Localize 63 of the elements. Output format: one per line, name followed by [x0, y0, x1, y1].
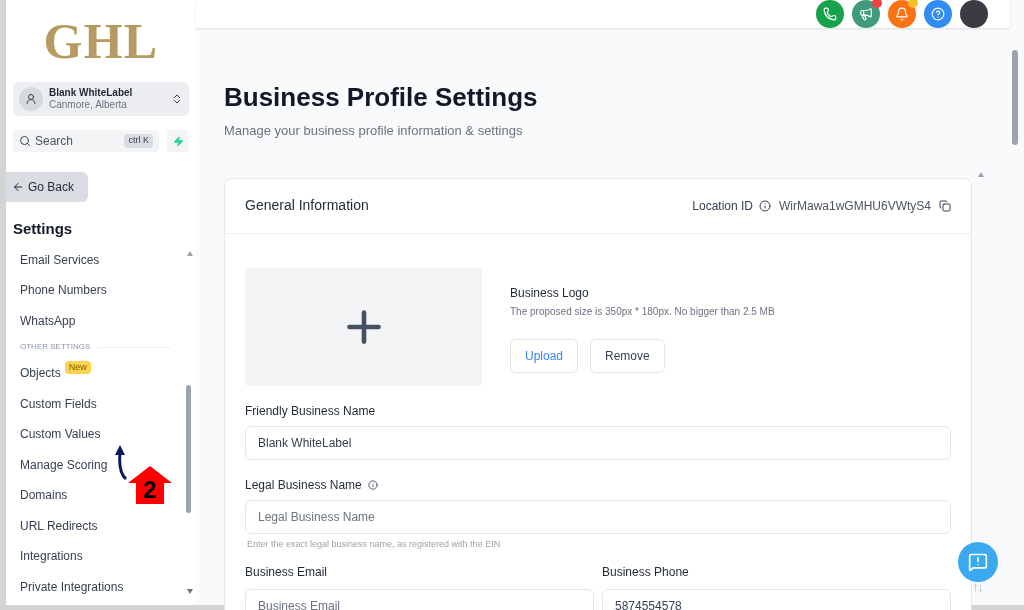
arrow-left-icon — [12, 181, 24, 193]
card-title: General Information — [245, 196, 370, 215]
megaphone-button[interactable] — [852, 0, 880, 28]
account-location: Canmore, Alberta — [49, 99, 128, 112]
bell-button[interactable] — [888, 0, 916, 28]
sidebar-link[interactable]: Custom Fields — [20, 394, 97, 413]
chevrons-icon — [171, 93, 183, 105]
logo: GHL — [42, 12, 160, 71]
location-id-value: WirMawa1wGMHU6VWtyS4 — [779, 197, 931, 215]
megaphone-icon — [859, 7, 873, 21]
feedback-button[interactable] — [958, 542, 998, 582]
upload-button[interactable]: Upload — [510, 338, 579, 373]
step-marker: 2 — [128, 466, 172, 504]
message-alert-icon — [968, 552, 988, 572]
field-label: Friendly Business Name — [245, 402, 376, 420]
copy-icon[interactable] — [939, 199, 951, 212]
text-field[interactable]: Business Email — [245, 589, 594, 610]
location-id-label: Location ID — [692, 197, 753, 215]
text-field[interactable]: Blank WhiteLabel — [245, 425, 951, 460]
sidebar-link[interactable]: Phone Numbers — [20, 281, 107, 300]
go-back-button[interactable]: Go Back — [6, 172, 88, 202]
sidebar-link[interactable]: Objects — [20, 364, 61, 383]
settings-heading: Settings — [13, 219, 73, 239]
field-label: Business Email — [245, 564, 329, 581]
bell-icon — [895, 7, 909, 21]
search-field[interactable]: Search ctrl K — [13, 130, 159, 152]
logo-label: Business Logo — [510, 284, 590, 302]
remove-button[interactable]: Remove — [590, 338, 665, 373]
shortcut-key: ctrl K — [124, 134, 153, 148]
sidebar-link[interactable]: Integrations — [20, 547, 83, 566]
search-icon — [19, 135, 31, 147]
help-icon — [931, 7, 945, 21]
field-label: Business Phone — [602, 564, 690, 581]
sidebar-link[interactable]: Domains — [20, 486, 68, 505]
quick-action-button[interactable] — [167, 130, 189, 152]
user-icon — [25, 93, 37, 105]
text-field[interactable]: 5874554578 — [602, 589, 951, 610]
curved-arrow-icon — [114, 444, 128, 480]
sidebar-link[interactable]: Email Services — [20, 250, 100, 269]
page-subtitle: Manage your business profile information & settings — [224, 122, 524, 140]
phone-button[interactable] — [816, 0, 844, 28]
new-badge: New — [64, 360, 91, 374]
field-label: Legal Business Name — [245, 476, 362, 494]
text-field[interactable]: Legal Business Name — [245, 499, 951, 534]
search-placeholder: Search — [35, 133, 75, 150]
sidebar-link[interactable]: Manage Scoring — [20, 455, 108, 474]
sort-icon — [972, 582, 984, 594]
account-switcher[interactable]: Blank WhiteLabel Canmore, Alberta — [13, 82, 189, 116]
phone-icon — [823, 7, 837, 21]
logo-hint: The proposed size is 350px * 180px. No bigger than 2.5 MB — [510, 304, 775, 319]
section-label: OTHER SETTINGS — [20, 341, 91, 353]
sidebar-link[interactable]: URL Redirects — [20, 516, 98, 535]
sidebar-link[interactable]: Custom Values — [20, 425, 101, 444]
account-name: Blank WhiteLabel — [49, 86, 134, 99]
sidebar-link[interactable]: WhatsApp — [20, 311, 76, 330]
sidebar-link[interactable]: Private Integrations — [20, 577, 124, 596]
help-button[interactable] — [924, 0, 952, 28]
user-avatar[interactable] — [960, 0, 988, 28]
field-help: Enter the exact legal business name, as registered with the EIN — [247, 537, 502, 551]
page-title: Business Profile Settings — [224, 81, 539, 114]
lightning-icon — [172, 135, 184, 147]
info-icon — [759, 199, 771, 212]
scroll-up-icon — [978, 172, 984, 177]
